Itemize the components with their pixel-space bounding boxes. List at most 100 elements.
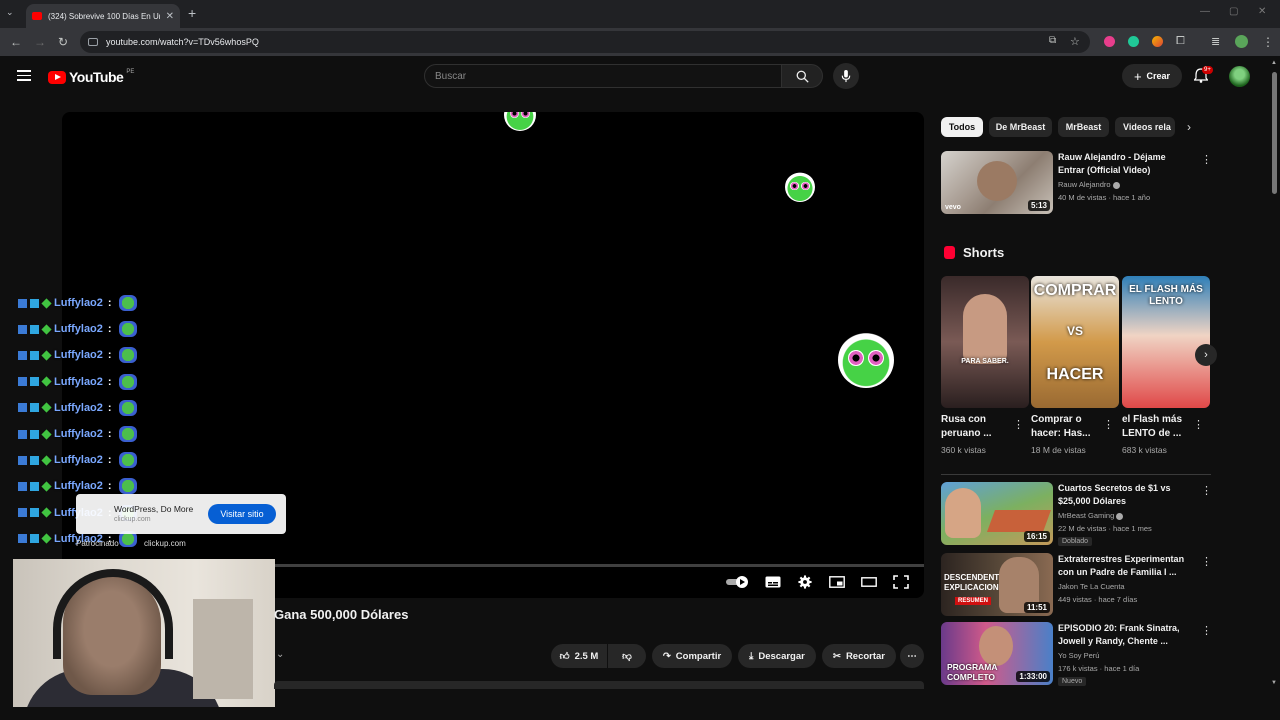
like-button[interactable]: 👍︎ 2.5 M — [551, 644, 607, 668]
forward-icon[interactable]: → — [34, 35, 46, 49]
thumbnail-label: DESCENDENT EXPLICACION — [944, 573, 1000, 592]
ad-headline: WordPress, Do More — [114, 504, 194, 514]
download-button[interactable]: ⤓ Descargar — [738, 644, 816, 668]
extensions-puzzle-icon[interactable]: ⧠ — [1176, 35, 1185, 48]
scroll-up-icon[interactable]: ▲ — [1271, 60, 1277, 66]
short-thumbnail[interactable]: EL FLASH MÁS LENTO — [1122, 276, 1210, 408]
theater-mode-icon[interactable] — [861, 575, 877, 589]
section-divider — [941, 474, 1211, 475]
search-button[interactable] — [781, 64, 823, 88]
subscriber-badge-icon — [30, 455, 39, 465]
close-tab-icon[interactable]: ✕ — [166, 11, 174, 22]
minimize-icon[interactable]: — — [1200, 6, 1210, 17]
share-button[interactable]: ↷ Compartir — [652, 644, 732, 668]
create-button[interactable]: + Crear — [1122, 64, 1182, 88]
visit-site-button[interactable]: Visitar sitio — [208, 504, 276, 524]
search-input[interactable]: Buscar — [424, 64, 782, 88]
short-thumbnail[interactable]: PARA SABER. — [941, 276, 1029, 408]
ad-url[interactable]: clickup.com — [144, 539, 186, 548]
chip-mrbeast[interactable]: MrBeast — [1058, 117, 1109, 137]
download-label: Descargar — [758, 650, 805, 662]
description-box[interactable] — [274, 681, 924, 689]
profile-avatar-icon[interactable] — [1235, 35, 1248, 48]
more-vertical-icon[interactable]: ⋮ — [1201, 484, 1212, 497]
browser-tab[interactable]: (324) Sobrevive 100 Días En Un... ✕ — [26, 4, 180, 28]
browser-menu-icon[interactable]: ⋮ — [1262, 35, 1274, 49]
more-vertical-icon[interactable]: ⋮ — [1013, 418, 1024, 431]
extension-icon[interactable] — [1128, 36, 1139, 47]
reading-list-icon[interactable]: ≣ — [1211, 35, 1220, 48]
chip-de-mrbeast[interactable]: De MrBeast — [989, 117, 1052, 137]
video-thumbnail[interactable]: DESCENDENT EXPLICACION RESUMEN 11:51 — [941, 553, 1053, 616]
close-window-icon[interactable]: ✕ — [1258, 6, 1266, 17]
chip-todos[interactable]: Todos — [941, 117, 983, 137]
short-views: 683 k vistas — [1122, 445, 1167, 455]
chat-message: Luffylao2: — [18, 292, 137, 314]
browser-toolbar: ← → ↻ youtube.com/watch?v=TDv56whosPQ ⧉ … — [0, 28, 1280, 56]
recommendation-item[interactable]: PROGRAMA COMPLETO 1:33:00 EPISODIO 20: F… — [941, 622, 1212, 686]
autoplay-toggle-icon[interactable] — [726, 575, 750, 589]
short-title[interactable]: el Flash más LENTO de ... — [1122, 413, 1202, 441]
recommendation-item[interactable]: DESCENDENT EXPLICACION RESUMEN 11:51 Ext… — [941, 553, 1212, 616]
new-tab-icon[interactable]: + — [188, 5, 196, 21]
site-info-icon[interactable] — [88, 38, 98, 46]
channel-name[interactable]: MrBeast Gaming — [1058, 511, 1124, 520]
more-vertical-icon[interactable]: ⋮ — [1201, 555, 1212, 568]
subtitles-icon[interactable] — [765, 575, 781, 589]
short-thumbnail[interactable]: COMPRAR VS HACER — [1031, 276, 1119, 408]
chat-username: Luffylao2 — [54, 480, 103, 493]
dislike-button[interactable]: 👎︎ — [608, 644, 646, 668]
reload-icon[interactable]: ↻ — [58, 35, 68, 49]
channel-name[interactable]: Rauw Alejandro — [1058, 180, 1120, 189]
chevron-right-icon[interactable]: › — [1187, 120, 1191, 134]
recommendation-item[interactable]: vevo 5:13 Rauw Alejandro - Déjame Entrar… — [941, 151, 1212, 214]
hamburger-menu-icon[interactable] — [17, 70, 31, 82]
settings-gear-icon[interactable] — [797, 575, 813, 589]
more-actions-button[interactable]: ⋯ — [900, 644, 924, 668]
chip-videos-relacionados[interactable]: Videos rela — [1115, 117, 1175, 137]
chat-emote-icon — [118, 347, 137, 364]
ad-overlay[interactable]: WordPress, Do More clickup.com Visitar s… — [76, 494, 286, 534]
scroll-down-icon[interactable]: ▼ — [1271, 680, 1277, 686]
voice-search-button[interactable] — [833, 63, 859, 89]
video-thumbnail[interactable]: 16:15 — [941, 482, 1053, 545]
notifications-badge: 9+ — [1202, 66, 1213, 74]
short-overlay-mid: VS — [1066, 324, 1083, 338]
channel-name[interactable]: Jakon Te La Cuenta — [1058, 582, 1125, 591]
bookmark-star-icon[interactable]: ☆ — [1070, 35, 1080, 48]
verified-icon — [1112, 181, 1120, 189]
extension-icon[interactable] — [1104, 36, 1115, 47]
more-vertical-icon[interactable]: ⋮ — [1193, 418, 1204, 431]
vip-badge-icon — [41, 533, 52, 544]
video-thumbnail[interactable]: vevo 5:13 — [941, 151, 1053, 214]
channel-name[interactable]: Yo Soy Perú — [1058, 651, 1099, 660]
more-vertical-icon[interactable]: ⋮ — [1201, 624, 1212, 637]
miniplayer-icon[interactable] — [829, 575, 845, 589]
recommendation-item[interactable]: 16:15 Cuartos Secretos de $1 vs $25,000 … — [941, 482, 1212, 546]
chevron-down-icon[interactable]: ⌄ — [276, 649, 284, 660]
short-views: 18 M de vistas — [1031, 445, 1086, 455]
video-thumbnail[interactable]: PROGRAMA COMPLETO 1:33:00 — [941, 622, 1053, 685]
short-title[interactable]: Rusa con peruano ... — [941, 413, 1021, 441]
more-vertical-icon[interactable]: ⋮ — [1103, 418, 1114, 431]
account-avatar[interactable] — [1229, 66, 1250, 87]
shorts-next-button[interactable]: › — [1195, 344, 1217, 366]
install-app-icon[interactable]: ⧉ — [1049, 35, 1056, 46]
chat-username: Luffylao2 — [54, 323, 103, 336]
more-vertical-icon[interactable]: ⋮ — [1201, 153, 1212, 166]
scrollbar-thumb[interactable] — [1272, 72, 1277, 194]
shorts-heading-text: Shorts — [963, 245, 1005, 260]
address-bar[interactable]: youtube.com/watch?v=TDv56whosPQ — [80, 31, 1090, 53]
tab-search-icon[interactable]: ⌄ — [6, 7, 14, 18]
video-title: Gana 500,000 Dólares — [274, 607, 409, 622]
dubbed-badge: Doblado — [1058, 537, 1093, 546]
chat-username: Luffylao2 — [54, 375, 103, 388]
clip-button[interactable]: ✂ Recortar — [822, 644, 896, 668]
maximize-icon[interactable]: ▢ — [1229, 6, 1238, 17]
youtube-favicon-icon — [32, 12, 42, 20]
fullscreen-icon[interactable] — [893, 575, 909, 589]
youtube-logo[interactable]: YouTube PE — [48, 69, 134, 85]
short-title[interactable]: Comprar o hacer: Has... — [1031, 413, 1111, 441]
extension-icon[interactable] — [1152, 36, 1163, 47]
back-icon[interactable]: ← — [10, 35, 22, 49]
